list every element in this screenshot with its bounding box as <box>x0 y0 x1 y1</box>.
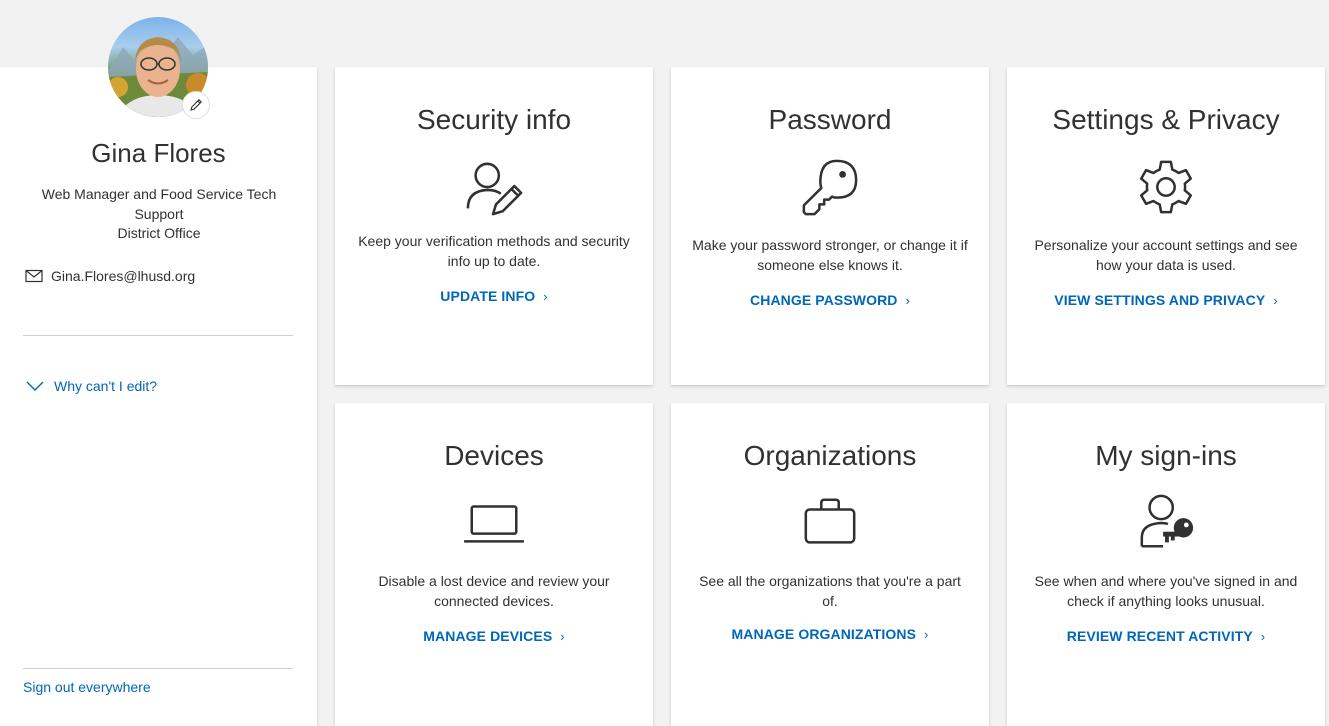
description-line: See when and where you've signed in and <box>1034 573 1298 589</box>
pencil-icon <box>190 99 202 111</box>
description-line: Make your password stronger, or change i… <box>692 237 968 253</box>
avatar-container <box>108 17 210 119</box>
chevron-right-icon: › <box>1273 293 1278 308</box>
chevron-right-icon: › <box>1260 629 1266 644</box>
description-line: Keep your verification methods and secur… <box>358 233 630 249</box>
organizations-tile: Organizations See all the organizations … <box>671 403 989 726</box>
link-label: MANAGE ORGANIZATIONS <box>731 626 917 642</box>
description-line: check if anything looks unusual. <box>1067 593 1265 609</box>
description-line: connected devices. <box>434 593 554 609</box>
job-line: Support <box>134 205 184 222</box>
email-text: Gina.Flores@lhusd.org <box>51 268 196 284</box>
tile-title: Security info <box>416 104 572 135</box>
chevron-right-icon: › <box>905 293 910 308</box>
change-password-link[interactable]: CHANGE PASSWORD › <box>671 292 989 308</box>
tile-title: Organizations <box>743 440 917 471</box>
profile-job-title: Web Manager and Food Service Tech Suppor… <box>34 185 284 244</box>
tile-title: My sign-ins <box>1095 440 1237 471</box>
gear-icon <box>1136 157 1196 217</box>
chevron-right-icon: › <box>543 289 548 304</box>
tile-description: Disable a lost device and review your co… <box>355 571 633 611</box>
user-key-icon <box>1136 493 1196 553</box>
chevron-right-icon: › <box>924 627 929 642</box>
password-tile: Password Make your password stronger, or… <box>671 67 989 385</box>
link-label: UPDATE INFO <box>440 288 536 304</box>
edit-photo-button[interactable] <box>182 91 210 119</box>
divider <box>23 335 293 336</box>
review-recent-activity-link[interactable]: REVIEW RECENT ACTIVITY › <box>1007 628 1325 644</box>
settings-privacy-tile: Settings & Privacy Personalize your acco… <box>1007 67 1325 385</box>
why-cant-edit-label: Why can't I edit? <box>54 378 158 394</box>
description-line: how your data is used. <box>1095 257 1237 273</box>
view-settings-privacy-link[interactable]: VIEW SETTINGS AND PRIVACY › <box>1007 292 1325 308</box>
link-label: CHANGE PASSWORD <box>750 292 898 308</box>
tile-title: Password <box>768 104 892 135</box>
tile-description: Personalize your account settings and se… <box>1027 235 1305 275</box>
divider <box>23 668 293 669</box>
tile-title: Settings & Privacy <box>1052 104 1280 135</box>
tile-description: Make your password stronger, or change i… <box>691 235 969 275</box>
tile-description: See all the organizations that you're a … <box>691 571 969 611</box>
tile-description: Keep your verification methods and secur… <box>355 231 633 271</box>
key-icon <box>800 157 860 217</box>
chevron-down-icon <box>26 380 44 392</box>
briefcase-icon <box>800 493 860 553</box>
description-line: info up to date. <box>447 253 541 269</box>
user-edit-icon <box>464 158 524 218</box>
profile-name: Gina Flores <box>91 138 226 168</box>
link-label: REVIEW RECENT ACTIVITY <box>1066 628 1253 644</box>
description-line: someone else knows it. <box>757 257 903 273</box>
my-sign-ins-tile: My sign-ins See when and where you've si… <box>1007 403 1325 726</box>
department: District Office <box>117 225 201 241</box>
chevron-right-icon: › <box>560 629 565 644</box>
description-line: See all the organizations that you're a … <box>699 573 961 609</box>
devices-tile: Devices Disable a lost device and review… <box>335 403 653 726</box>
tile-title: Devices <box>444 440 544 471</box>
description-line: Disable a lost device and review your <box>378 573 610 589</box>
manage-devices-link[interactable]: MANAGE DEVICES › <box>335 628 653 644</box>
job-line: Web Manager and Food Service Tech <box>41 186 277 202</box>
laptop-icon <box>464 493 524 553</box>
link-label: MANAGE DEVICES <box>423 628 553 644</box>
sign-out-everywhere-link[interactable]: Sign out everywhere <box>23 679 151 695</box>
description-line: Personalize your account settings and se… <box>1034 237 1298 253</box>
mail-icon <box>25 269 43 283</box>
why-cant-edit-toggle[interactable]: Why can't I edit? <box>26 378 157 394</box>
security-info-tile: Security info Keep your verification met… <box>335 67 653 385</box>
tile-description: See when and where you've signed in and … <box>1027 571 1305 611</box>
link-label: VIEW SETTINGS AND PRIVACY <box>1054 292 1266 308</box>
manage-organizations-link[interactable]: MANAGE ORGANIZATIONS › <box>671 626 989 642</box>
profile-email: Gina.Flores@lhusd.org <box>25 268 195 284</box>
update-info-link[interactable]: UPDATE INFO › <box>335 288 653 304</box>
